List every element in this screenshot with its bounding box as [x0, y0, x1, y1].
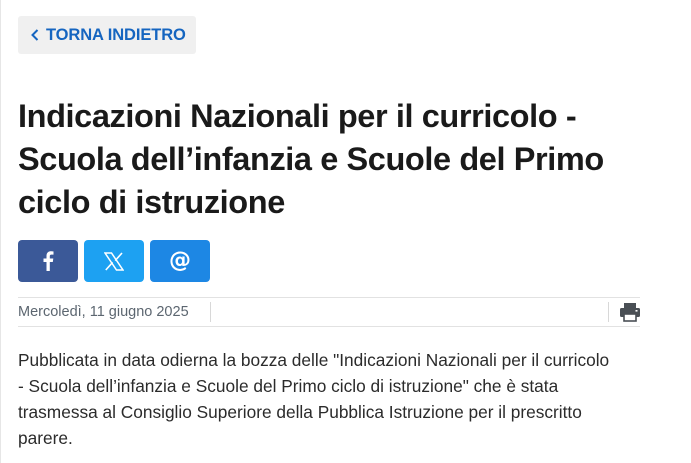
x-icon	[104, 251, 124, 271]
facebook-icon	[43, 251, 54, 271]
share-bar: @	[18, 240, 210, 282]
share-facebook-button[interactable]	[18, 240, 78, 282]
share-email-button[interactable]: @	[150, 240, 210, 282]
at-icon: @	[169, 248, 191, 273]
back-button-label: TORNA INDIETRO	[46, 25, 186, 44]
meta-divider	[608, 302, 609, 322]
meta-divider	[210, 302, 211, 322]
page-title: Indicazioni Nazionali per il curricolo -…	[18, 98, 604, 220]
article-date: Mercoledì, 11 giugno 2025	[18, 304, 189, 320]
share-x-button[interactable]	[84, 240, 144, 282]
article-page: TORNA INDIETRO Indicazioni Nazionali per…	[0, 0, 691, 463]
article-meta: Mercoledì, 11 giugno 2025	[18, 297, 640, 327]
back-button[interactable]: TORNA INDIETRO	[18, 16, 196, 54]
chevron-left-icon	[29, 28, 41, 42]
article-body: Pubblicata in data odierna la bozza dell…	[18, 350, 610, 448]
printer-icon[interactable]	[619, 302, 641, 322]
